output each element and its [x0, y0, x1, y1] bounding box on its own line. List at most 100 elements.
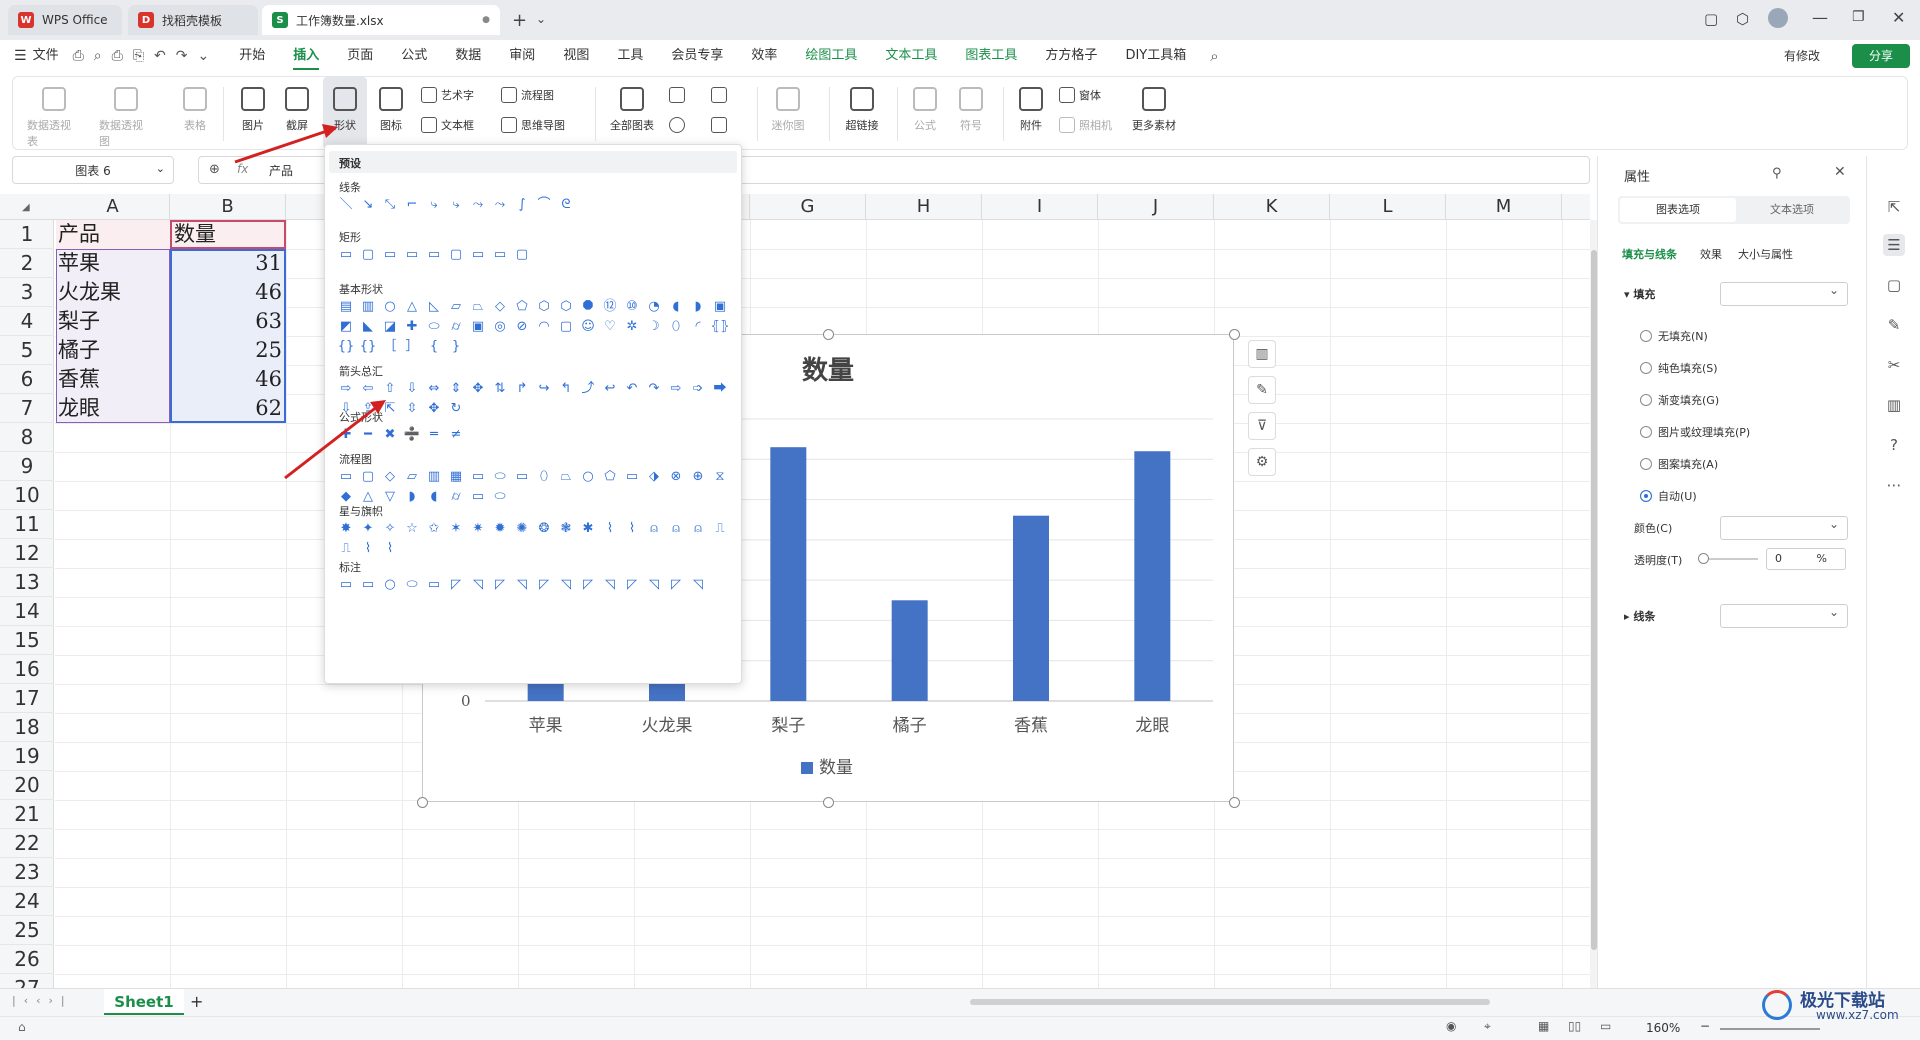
column-header-h[interactable]: H — [866, 194, 982, 220]
symbol-button[interactable]: 符号 — [951, 77, 991, 133]
row-header[interactable]: 9 — [0, 452, 54, 481]
horizontal-scrollbar-thumb[interactable] — [970, 999, 1490, 1005]
cell-b4[interactable]: 63 — [174, 307, 282, 336]
formula-button[interactable]: 公式 — [905, 77, 945, 133]
shape-option[interactable]: ♡ — [601, 319, 619, 335]
line-section-label[interactable]: ▸ 线条 — [1624, 608, 1655, 624]
shape-option[interactable]: ≠ — [447, 427, 465, 443]
shape-option[interactable]: ▥ — [359, 299, 377, 315]
shape-option[interactable]: ✶ — [447, 521, 465, 537]
shape-option[interactable]: ⇕ — [447, 381, 465, 397]
menu-diy-toolbox[interactable]: DIY工具箱 — [1111, 40, 1200, 72]
fx-icon[interactable]: fx — [237, 162, 248, 176]
menu-review[interactable]: 审阅 — [495, 40, 549, 72]
tab-wps-office[interactable]: W WPS Office — [8, 5, 122, 35]
shape-option[interactable]: ◸ — [535, 577, 553, 593]
menu-formula[interactable]: 公式 — [387, 40, 441, 72]
help-icon[interactable]: ? — [1883, 434, 1905, 456]
shape-option[interactable]: ◹ — [469, 577, 487, 593]
shape-option[interactable]: ✷ — [469, 521, 487, 537]
shape-option[interactable]: ▭ — [513, 469, 531, 485]
shape-option[interactable]: ⬠ — [513, 299, 531, 315]
shape-option[interactable]: ⌐ — [403, 197, 421, 213]
shape-option[interactable]: ⇔ — [425, 381, 443, 397]
pivot-chart-button[interactable]: 数据透视图 — [99, 77, 153, 149]
cell-a7[interactable]: 龙眼 — [58, 394, 100, 423]
shape-option[interactable]: ▱ — [447, 299, 465, 315]
comment-icon[interactable]: ▢ — [1883, 274, 1905, 296]
shape-option[interactable]: ═ — [425, 427, 443, 443]
shape-option[interactable]: ［ — [381, 339, 399, 355]
book-icon[interactable]: ▥ — [1883, 394, 1905, 416]
menu-view[interactable]: 视图 — [549, 40, 603, 72]
shape-option[interactable]: ⇅ — [491, 381, 509, 397]
shape-option[interactable]: ✚ — [403, 319, 421, 335]
shape-option[interactable]: ⬭ — [491, 489, 509, 505]
icon-button[interactable]: 图标 — [371, 77, 411, 133]
row-header[interactable]: 20 — [0, 771, 54, 800]
row-header[interactable]: 8 — [0, 423, 54, 452]
shape-option[interactable]: ⌭ — [447, 489, 465, 505]
shape-option[interactable]: ⇦ — [359, 381, 377, 397]
cell-a4[interactable]: 梨子 — [58, 307, 100, 336]
zoom-icon[interactable]: ⊕ — [209, 162, 220, 177]
menu-file[interactable]: 文件 — [27, 40, 73, 72]
shape-option[interactable]: ◠ — [535, 319, 553, 335]
shape-option[interactable]: ↩ — [601, 381, 619, 397]
shape-option[interactable]: ＼ — [337, 197, 355, 213]
chart-settings-icon[interactable]: ⚙ — [1248, 448, 1276, 476]
row-header[interactable]: 15 — [0, 626, 54, 655]
row-header[interactable]: 21 — [0, 800, 54, 829]
color-dropdown[interactable] — [1720, 516, 1848, 540]
radio-gradient-fill[interactable]: 渐变填充(G) — [1640, 392, 1719, 408]
select-all-icon[interactable]: ◢ — [22, 202, 30, 213]
shape-option[interactable]: ⌇ — [601, 521, 619, 537]
row-header[interactable]: 11 — [0, 510, 54, 539]
style-icon[interactable]: ✎ — [1883, 314, 1905, 336]
shape-option[interactable]: ✺ — [513, 521, 531, 537]
shape-option[interactable]: ○ — [381, 577, 399, 593]
shape-option[interactable]: ✧ — [381, 521, 399, 537]
transparency-slider-knob[interactable] — [1698, 553, 1709, 564]
shape-option[interactable]: ✥ — [425, 401, 443, 417]
radio-picture-fill[interactable]: 图片或纹理填充(P) — [1640, 424, 1750, 440]
shape-option[interactable]: ▭ — [623, 469, 641, 485]
shape-option[interactable]: ⇧ — [381, 381, 399, 397]
line-dropdown[interactable] — [1720, 604, 1848, 628]
share-button[interactable]: 分享 — [1852, 44, 1910, 68]
row-header[interactable]: 13 — [0, 568, 54, 597]
shape-option[interactable]: ↻ — [447, 401, 465, 417]
shape-option[interactable]: ◗ — [689, 299, 707, 315]
shape-option[interactable]: ⇳ — [403, 401, 421, 417]
shape-option[interactable]: ▭ — [425, 247, 443, 263]
shape-option[interactable]: ✥ — [469, 381, 487, 397]
shape-option[interactable]: ◜ — [689, 319, 707, 335]
shape-option[interactable]: {} — [359, 339, 377, 355]
shape-option[interactable]: ⊘ — [513, 319, 531, 335]
radio-auto[interactable]: 自动(U) — [1640, 488, 1697, 504]
shape-option[interactable]: ⯃ — [579, 299, 597, 315]
window-layout-icon[interactable]: ▢ — [1704, 10, 1718, 28]
shape-option[interactable]: ✩ — [425, 521, 443, 537]
shape-option[interactable]: ☆ — [403, 521, 421, 537]
shape-option[interactable]: ⬯ — [535, 469, 553, 485]
name-box[interactable]: 图表 6 ⌄ — [12, 156, 174, 184]
shape-option[interactable]: ◎ — [491, 319, 509, 335]
camera-button[interactable]: 照相机 — [1059, 117, 1112, 133]
shape-option[interactable]: ⬠ — [601, 469, 619, 485]
shape-option[interactable]: ◔ — [645, 299, 663, 315]
row-header[interactable]: 22 — [0, 829, 54, 858]
row-header[interactable]: 17 — [0, 684, 54, 713]
column-header-l[interactable]: L — [1330, 194, 1446, 220]
cell-b3[interactable]: 46 — [174, 278, 282, 307]
subtab-size-props[interactable]: 大小与属性 — [1738, 246, 1793, 262]
zoom-out-icon[interactable]: − — [1700, 1019, 1710, 1033]
shape-option[interactable]: ◹ — [645, 577, 663, 593]
row-header[interactable]: 19 — [0, 742, 54, 771]
shape-option[interactable]: ▤ — [337, 299, 355, 315]
shape-option[interactable]: ✚ — [337, 427, 355, 443]
shape-option[interactable]: ᘓ — [557, 197, 575, 213]
row-header[interactable]: 2 — [0, 249, 54, 278]
chart-elements-icon[interactable]: ▥ — [1248, 340, 1276, 368]
shape-option[interactable]: ▭ — [403, 247, 421, 263]
